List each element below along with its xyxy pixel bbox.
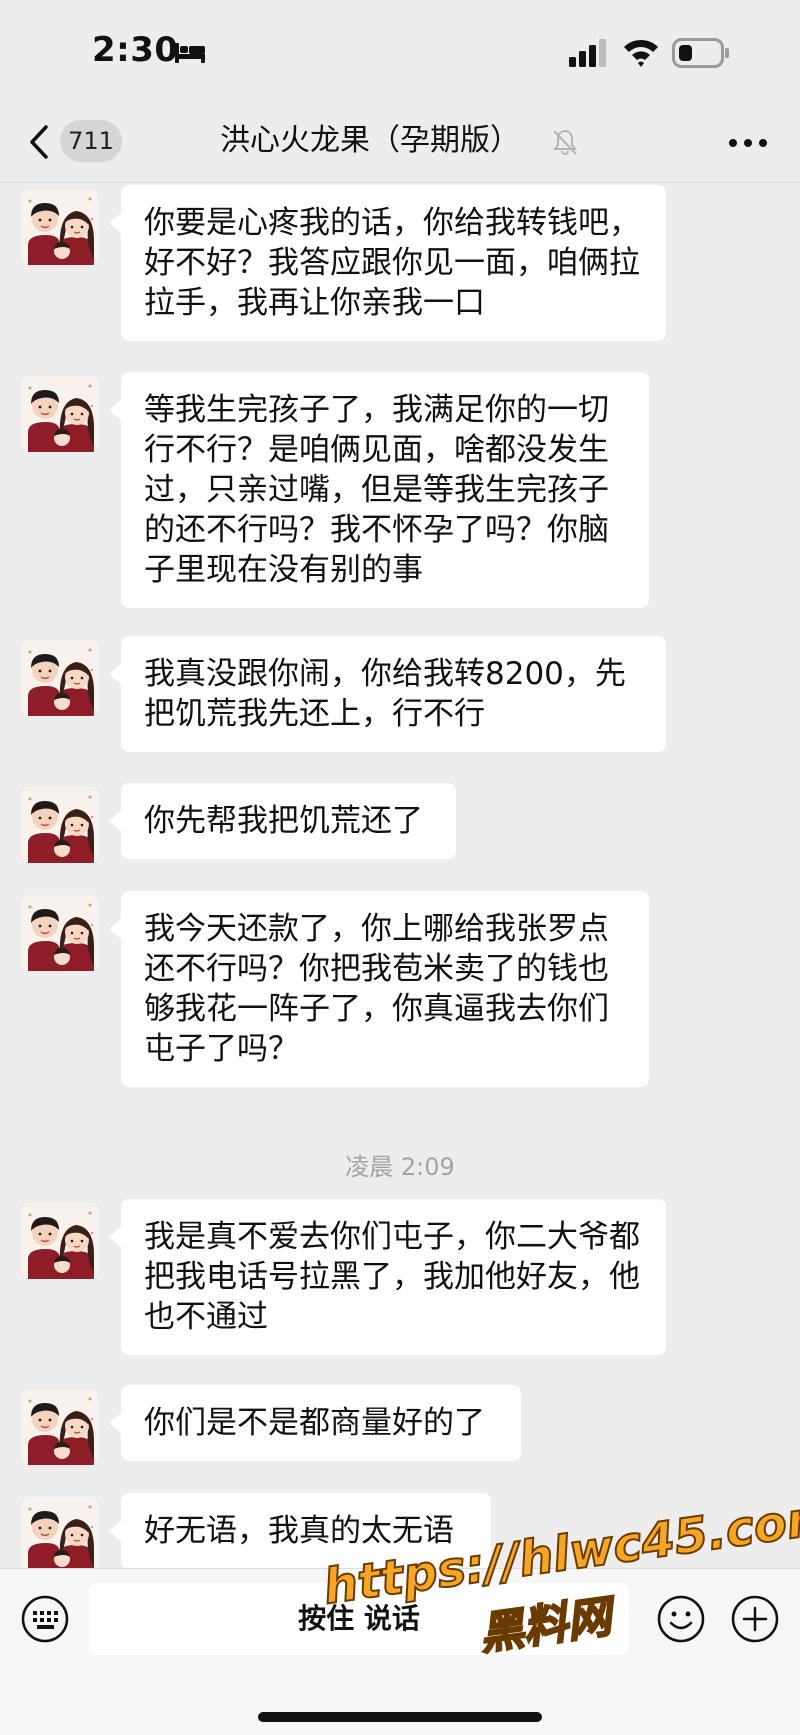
chat-screen: 2:30 711 洪心火龙果（孕期版） 你要是心疼我的话，你给我转钱吧，好不好？… xyxy=(0,0,800,1735)
input-bar: 按住 说话 xyxy=(0,1568,800,1735)
nav-bar: 711 洪心火龙果（孕期版） xyxy=(0,100,800,183)
message-bubble[interactable]: 你要是心疼我的话，你给我转钱吧，好不好？我答应跟你见一面，咱俩拉拉手，我再让你亲… xyxy=(109,185,666,341)
contact-avatar[interactable] xyxy=(22,1203,98,1279)
message-bubble[interactable]: 好无语，我真的太无语 xyxy=(109,1493,491,1568)
home-indicator xyxy=(258,1712,542,1722)
unread-count-badge[interactable]: 711 xyxy=(60,120,122,162)
message-bubble[interactable]: 我真没跟你闹，你给我转8200，先把饥荒我先还上，行不行 xyxy=(109,636,666,752)
wifi-icon xyxy=(624,39,658,67)
message-bubble[interactable]: 我今天还款了，你上哪给我张罗点还不行吗？你把我苞米卖了的钱也够我花一阵子了，你真… xyxy=(109,891,649,1087)
back-icon[interactable] xyxy=(28,124,50,160)
more-icon[interactable] xyxy=(728,138,768,148)
message-list[interactable]: 你要是心疼我的话，你给我转钱吧，好不好？我答应跟你见一面，咱俩拉拉手，我再让你亲… xyxy=(0,183,800,1568)
keyboard-icon[interactable] xyxy=(20,1594,70,1644)
time-divider: 凌晨 2:09 xyxy=(345,1153,455,1181)
contact-avatar[interactable] xyxy=(22,189,98,265)
bed-icon xyxy=(175,43,205,63)
plus-icon[interactable] xyxy=(730,1594,780,1644)
status-time: 2:30 xyxy=(92,30,179,70)
contact-avatar[interactable] xyxy=(22,640,98,716)
contact-avatar[interactable] xyxy=(22,1389,98,1465)
message-bubble[interactable]: 你们是不是都商量好的了 xyxy=(109,1385,521,1461)
contact-avatar[interactable] xyxy=(22,376,98,452)
hold-to-talk-button[interactable]: 按住 说话 xyxy=(89,1583,629,1655)
message-bubble[interactable]: 我是真不爱去你们屯子，你二大爷都把我电话号拉黑了，我加他好友，他也不通过 xyxy=(109,1199,666,1355)
chat-title: 洪心火龙果（孕期版） xyxy=(220,123,520,158)
emoji-icon[interactable] xyxy=(656,1594,706,1644)
status-bar: 2:30 xyxy=(0,0,800,100)
mute-icon xyxy=(553,129,577,155)
message-bubble[interactable]: 等我生完孩子了，我满足你的一切行不行？是咱俩见面，啥都没发生过，只亲过嘴，但是等… xyxy=(109,372,649,608)
contact-avatar[interactable] xyxy=(22,895,98,971)
message-bubble[interactable]: 你先帮我把饥荒还了 xyxy=(109,783,456,859)
battery-icon xyxy=(672,38,729,68)
contact-avatar[interactable] xyxy=(22,1497,98,1568)
contact-avatar[interactable] xyxy=(22,787,98,863)
signal-icon xyxy=(569,39,606,67)
